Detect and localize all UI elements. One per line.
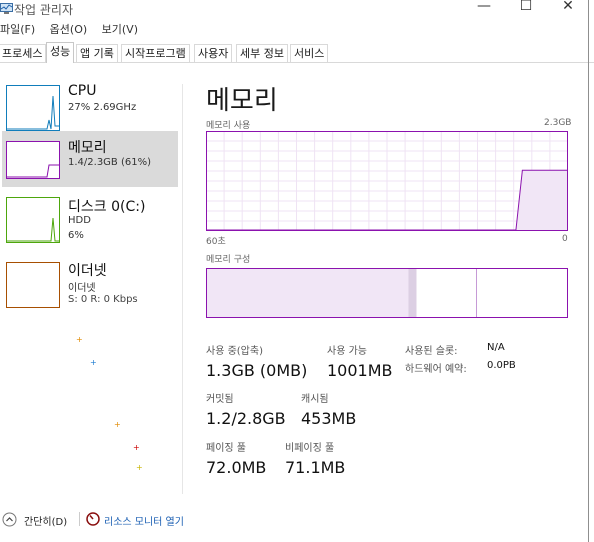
disk-thumbnail-graph	[6, 197, 60, 243]
tab-services[interactable]: 서비스	[290, 44, 329, 62]
memory-usage: 1.4/2.3GB (61%)	[68, 157, 151, 168]
disk-type: HDD	[68, 215, 91, 226]
tab-startup[interactable]: 시작프로그램	[121, 44, 190, 62]
ethernet-title: 이더넷	[68, 263, 107, 279]
cpu-usage: 27% 2.69GHz	[68, 102, 137, 113]
pane-divider	[182, 84, 183, 494]
menu-view[interactable]: 보기(V)	[102, 23, 138, 36]
chevron-up-icon[interactable]	[2, 512, 17, 527]
cached-label: 캐시됨	[301, 394, 329, 405]
cpu-title: CPU	[68, 83, 97, 99]
nonpaged-pool-value: 71.1MB	[285, 458, 346, 477]
tab-details[interactable]: 세부 정보	[236, 44, 288, 62]
page-title: 메모리	[206, 86, 278, 116]
task-manager-icon	[0, 3, 13, 14]
sidebar-item-ethernet[interactable]: 이더넷 이더넷 S: 0 R: 0 Kbps	[2, 258, 178, 314]
sidebar-item-disk[interactable]: 디스크 0(C:) HDD 6%	[2, 193, 178, 249]
composition-modified	[408, 268, 417, 318]
nonpaged-pool-label: 비페이징 풀	[285, 443, 335, 454]
artifact-mark: +	[136, 463, 143, 472]
artifact-mark: +	[90, 358, 97, 367]
memory-composition-bar	[206, 268, 568, 318]
artifact-mark: +	[133, 443, 140, 452]
committed-label: 커밋됨	[206, 394, 234, 405]
disk-usage: 6%	[68, 230, 84, 241]
paged-pool-value: 72.0MB	[206, 458, 267, 477]
in-use-label: 사용 중(압축)	[206, 346, 263, 357]
available-label: 사용 가능	[327, 346, 367, 357]
available-value: 1001MB	[327, 361, 393, 380]
hw-reserved-label: 하드웨어 예약:	[405, 364, 467, 375]
menu-bar: 파일(F) 옵션(O) 보기(V)	[0, 21, 149, 39]
close-button[interactable]: ✕	[548, 0, 588, 14]
memory-usage-graph	[206, 131, 568, 231]
committed-value: 1.2/2.8GB	[206, 409, 286, 428]
cached-value: 453MB	[301, 409, 357, 428]
window-title: 작업 관리자	[14, 3, 74, 17]
window-border	[588, 0, 589, 542]
artifact-mark: +	[114, 420, 121, 429]
tab-strip: 프로세스 성능 앱 기록 시작프로그램 사용자 세부 정보 서비스	[0, 42, 594, 63]
composition-in-use	[206, 268, 409, 318]
footer-separator	[79, 512, 80, 526]
ethernet-name: 이더넷	[68, 283, 96, 294]
memory-usage-max: 2.3GB	[544, 118, 572, 128]
slots-label: 사용된 슬롯:	[405, 346, 458, 357]
footer-bar: 간단히(D) 리소스 모니터 열기	[0, 508, 594, 542]
time-axis-right: 0	[562, 234, 568, 244]
artifact-mark: +	[76, 335, 83, 344]
paged-pool-label: 페이징 풀	[206, 443, 246, 454]
tab-performance[interactable]: 성능	[46, 42, 75, 63]
memory-title: 메모리	[68, 140, 107, 156]
menu-file[interactable]: 파일(F)	[0, 23, 35, 36]
time-axis-left: 60초	[206, 237, 226, 247]
sidebar-item-memory[interactable]: 메모리 1.4/2.3GB (61%)	[2, 131, 178, 187]
maximize-button[interactable]: ☐	[506, 0, 546, 14]
tab-app-history[interactable]: 앱 기록	[76, 44, 118, 62]
menu-options[interactable]: 옵션(O)	[50, 23, 87, 36]
title-bar: 작업 관리자 — ☐ ✕	[0, 0, 594, 20]
minimize-button[interactable]: —	[464, 0, 504, 14]
open-resource-monitor-link[interactable]: 리소스 모니터 열기	[104, 513, 184, 528]
fewer-details-button[interactable]: 간단히(D)	[24, 513, 67, 528]
composition-standby	[416, 268, 477, 318]
sidebar-item-cpu[interactable]: CPU 27% 2.69GHz	[2, 80, 178, 136]
tab-processes[interactable]: 프로세스	[0, 44, 47, 62]
disk-title: 디스크 0(C:)	[68, 199, 146, 215]
resource-monitor-icon	[86, 512, 100, 526]
tab-users[interactable]: 사용자	[194, 44, 233, 62]
cpu-thumbnail-graph	[6, 85, 60, 131]
slots-value: N/A	[487, 342, 505, 353]
resource-list: CPU 27% 2.69GHz 메모리 1.4/2.3GB (61%) 디스크 …	[0, 63, 182, 496]
memory-usage-label: 메모리 사용	[206, 121, 251, 131]
memory-thumbnail-graph	[6, 141, 60, 179]
ethernet-throughput: S: 0 R: 0 Kbps	[68, 294, 138, 305]
memory-composition-label: 메모리 구성	[206, 255, 251, 265]
hw-reserved-value: 0.0PB	[487, 360, 516, 371]
in-use-value: 1.3GB (0MB)	[206, 361, 308, 380]
ethernet-thumbnail-graph	[6, 262, 60, 308]
